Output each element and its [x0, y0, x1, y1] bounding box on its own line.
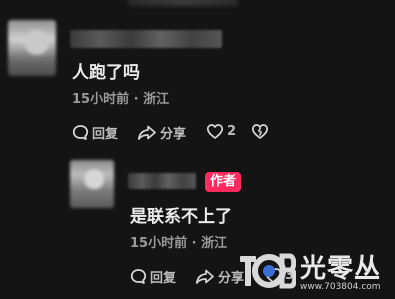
reply-meta: 15小时前 · 浙江: [130, 232, 227, 251]
reply-label: 回复: [92, 127, 119, 142]
watermark-logo: [240, 253, 296, 289]
reply-button[interactable]: 回复: [72, 123, 118, 142]
heart-icon: [206, 124, 224, 139]
comment-meta: 15小时前 · 浙江: [72, 88, 169, 107]
reply-text: 是联系不上了: [130, 207, 232, 227]
share-arrow-icon: [195, 269, 214, 284]
meta-separator: ·: [133, 92, 144, 107]
username-blurred[interactable]: [70, 30, 222, 48]
share-label: 分享: [160, 127, 187, 142]
comment-location: 浙江: [143, 92, 170, 107]
avatar[interactable]: [70, 160, 114, 208]
like-count: 2: [227, 124, 237, 139]
author-badge: 作者: [205, 172, 242, 192]
comment-bubble-icon: [130, 269, 147, 284]
username-blurred[interactable]: [128, 173, 196, 189]
comment-thread: 人跑了吗 15小时前 · 浙江 回复 分享 2 作者 是联系不上了 15小时前: [0, 0, 395, 299]
avatar[interactable]: [8, 20, 56, 76]
reply-location: 浙江: [201, 236, 228, 251]
broken-heart-icon: [251, 124, 269, 139]
reply-time: 15小时前: [130, 236, 188, 251]
watermark-url: www.703804.com: [300, 282, 381, 292]
comment-text: 人跑了吗: [72, 63, 140, 83]
meta-separator: ·: [191, 236, 202, 251]
share-arrow-icon: [137, 125, 156, 140]
comment-time: 15小时前: [72, 92, 130, 107]
reply-button[interactable]: 回复: [130, 267, 176, 286]
site-watermark: 光零丛 www.703804.com: [238, 246, 395, 299]
comment-bubble-icon: [72, 125, 89, 140]
reply-label: 回复: [150, 271, 177, 286]
dislike-button[interactable]: [251, 123, 269, 140]
watermark-name: 光零丛: [300, 254, 382, 284]
share-button[interactable]: 分享: [137, 123, 186, 142]
previous-comment-fragment: [128, 0, 238, 6]
like-button[interactable]: 2: [206, 123, 236, 140]
share-button[interactable]: 分享: [195, 267, 244, 286]
